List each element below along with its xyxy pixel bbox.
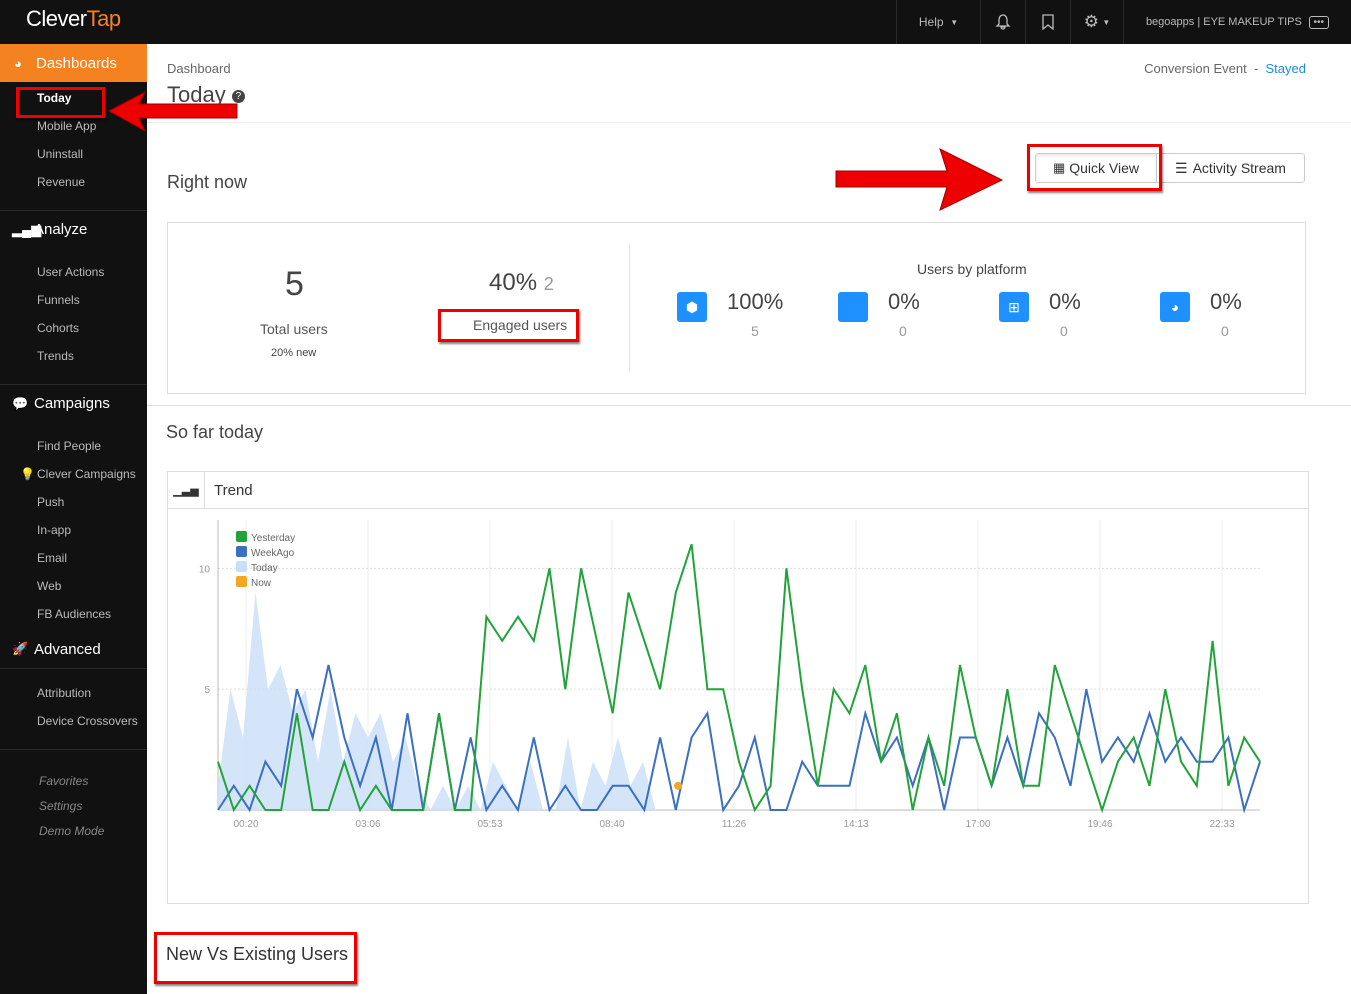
android-count: 5 — [751, 323, 759, 339]
trend-panel: ▁▃▅ Trend 00:20 03:06 05:53 08:40 11:26 14:13… — [167, 471, 1309, 904]
help-menu[interactable]: Help ▼ — [896, 0, 980, 44]
sidebar-advanced[interactable]: 🚀 Advanced — [0, 630, 147, 668]
sidebar: ◕ Dashboards Today Mobile App Uninstall R… — [0, 44, 147, 994]
bell-icon[interactable] — [980, 0, 1025, 44]
comments-icon: 💬 — [12, 395, 29, 411]
dashboard-today-highlight — [16, 87, 105, 118]
legend-label: Now — [251, 578, 272, 589]
legend-label: Today — [251, 563, 278, 574]
sidebar-dashboards[interactable]: ◕ Dashboards — [0, 44, 147, 82]
more-icon[interactable]: ••• — [1308, 15, 1330, 29]
conversion-event-link[interactable]: Stayed — [1266, 61, 1306, 76]
sidebar-campaigns[interactable]: 💬 Campaigns — [0, 384, 147, 422]
engaged-users-highlight — [438, 309, 579, 342]
sidebar-item-settings[interactable]: Settings — [0, 793, 147, 818]
list-icon: ☰ — [1175, 159, 1188, 176]
sidebar-item-in-app[interactable]: In-app — [0, 516, 147, 544]
sidebar-item-funnels[interactable]: Funnels — [0, 286, 147, 314]
sidebar-item-user-actions[interactable]: User Actions — [0, 258, 147, 286]
ios-pct: 0% — [888, 289, 920, 314]
main-content: Dashboard Today ? Conversion Event - Sta… — [16, 44, 1351, 994]
sidebar-item-web[interactable]: Web — [0, 572, 147, 600]
dashboard-icon: ◕ — [14, 55, 22, 71]
sidebar-item-revenue[interactable]: Revenue — [0, 168, 147, 196]
web-count: 0 — [1221, 323, 1229, 339]
android-icon: ⬢ — [677, 292, 707, 322]
series-now-point — [674, 781, 682, 790]
trend-chart: 00:20 03:06 05:53 08:40 11:26 14:13 17:00 19:46… — [199, 520, 1261, 830]
sidebar-item-attribution[interactable]: Attribution — [0, 679, 147, 707]
bookmark-icon[interactable] — [1025, 0, 1070, 44]
engaged-value: 40% 2 — [489, 269, 554, 296]
x-tick-label: 08:40 — [599, 819, 624, 830]
sidebar-item-favorites[interactable]: Favorites — [0, 768, 147, 793]
sidebar-item-find-people[interactable]: Find People — [0, 432, 147, 460]
sidebar-item-email[interactable]: Email — [0, 544, 147, 572]
lightbulb-icon: 💡 — [20, 467, 35, 481]
legend-swatch — [236, 576, 247, 587]
new-users-label: 20% new — [271, 347, 317, 359]
x-tick-label: 22:33 — [1209, 819, 1234, 830]
settings-menu[interactable]: ⚙ ▼ — [1070, 0, 1123, 44]
apple-icon — [838, 292, 868, 322]
activity-stream-button[interactable]: ☰ Activity Stream — [1157, 154, 1304, 182]
windows-count: 0 — [1060, 323, 1068, 339]
conversion-event: Conversion Event - Stayed — [1144, 61, 1306, 76]
x-tick-label: 11:26 — [722, 819, 747, 830]
new-vs-existing-highlight — [154, 932, 357, 984]
caret-down-icon: ▼ — [950, 17, 959, 27]
total-users-value: 5 — [285, 265, 304, 303]
windows-pct: 0% — [1049, 289, 1081, 314]
legend-swatch — [236, 531, 247, 542]
breadcrumb[interactable]: Dashboard — [167, 61, 231, 76]
windows-icon: ⊞ — [999, 292, 1029, 322]
bar-chart-icon[interactable]: ▁▃▅ — [168, 471, 205, 509]
so-far-today-heading: So far today — [166, 422, 264, 442]
sidebar-item-demo-mode[interactable]: Demo Mode — [0, 818, 147, 843]
arrow-to-quick-view — [835, 148, 1004, 211]
x-tick-label: 00:20 — [233, 819, 258, 830]
x-tick-label: 17:00 — [965, 819, 990, 830]
caret-down-icon: ▼ — [1102, 17, 1111, 27]
right-now-heading: Right now — [167, 172, 248, 192]
users-by-platform-heading: Users by platform — [917, 261, 1027, 277]
arrow-to-today — [107, 90, 238, 133]
web-pct: 0% — [1210, 289, 1242, 314]
y-tick-label: 10 — [199, 564, 211, 575]
sidebar-item-push[interactable]: Push — [0, 488, 147, 516]
quick-view-highlight — [1027, 144, 1162, 191]
total-users-label: Total users — [260, 321, 328, 337]
rocket-icon: 🚀 — [12, 641, 29, 656]
sidebar-analyze[interactable]: ▂▄▆ Analyze — [0, 210, 147, 248]
legend-swatch — [236, 546, 247, 557]
ios-count: 0 — [899, 323, 907, 339]
sidebar-item-fb-audiences[interactable]: FB Audiences — [0, 600, 147, 628]
clevertap-logo[interactable]: CleverTap — [26, 6, 121, 32]
legend-label: Yesterday — [251, 533, 295, 544]
x-tick-label: 14:13 — [843, 819, 868, 830]
sidebar-item-uninstall[interactable]: Uninstall — [0, 140, 147, 168]
x-tick-label: 05:53 — [477, 819, 502, 830]
globe-icon: ◕ — [1160, 292, 1190, 322]
legend-label: WeekAgo — [251, 548, 295, 559]
right-now-card: 5 Total users 20% new 40% 2 Engaged user… — [167, 222, 1306, 394]
bar-chart-icon: ▂▄▆ — [12, 221, 42, 237]
account-menu[interactable]: begoapps | EYE MAKEUP TIPS ••• — [1123, 0, 1351, 44]
x-tick-label: 03:06 — [355, 819, 380, 830]
gear-icon: ⚙ — [1083, 12, 1099, 31]
sidebar-item-cohorts[interactable]: Cohorts — [0, 314, 147, 342]
legend-swatch — [236, 561, 247, 572]
top-bar: CleverTap Help ▼ ⚙ ▼ begoapps | EYE MAKE… — [0, 0, 1351, 44]
x-tick-label: 19:46 — [1087, 819, 1112, 830]
trend-panel-header: ▁▃▅ Trend — [168, 471, 1308, 509]
top-nav: Help ▼ ⚙ ▼ begoapps | EYE MAKEUP TIPS ••… — [896, 0, 1351, 44]
sidebar-item-trends[interactable]: Trends — [0, 342, 147, 370]
y-tick-label: 5 — [204, 685, 210, 696]
sidebar-item-clever-campaigns[interactable]: 💡 Clever Campaigns — [0, 460, 147, 488]
android-pct: 100% — [727, 289, 784, 314]
sidebar-item-device-crossovers[interactable]: Device Crossovers — [0, 707, 147, 735]
